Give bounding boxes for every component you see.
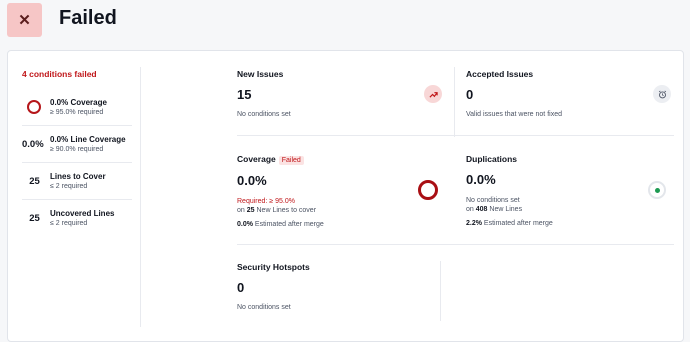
condition-name: 0.0% Coverage: [50, 97, 107, 107]
condition-uncovered-lines[interactable]: 25 Uncovered Lines ≤ 2 required: [22, 200, 132, 236]
row-divider: [237, 244, 674, 245]
coverage-lines: on 25 New Lines to cover: [237, 206, 437, 215]
metric-value[interactable]: 15: [237, 87, 437, 102]
page-title: Failed: [59, 7, 117, 29]
new-issues-card[interactable]: New Issues 15 No conditions set: [237, 69, 437, 120]
metric-title: Duplications: [466, 154, 518, 164]
condition-name: Lines to Cover: [50, 171, 106, 181]
metric-value[interactable]: 0.0%: [466, 172, 666, 187]
metric-value[interactable]: 0: [466, 87, 666, 102]
condition-coverage[interactable]: 0.0% Coverage ≥ 95.0% required: [22, 89, 132, 126]
quality-gate-panel: 4 conditions failed 0.0% Coverage ≥ 95.0…: [7, 50, 684, 342]
coverage-card[interactable]: Coverage Failed 0.0% Required: ≥ 95.0% on…: [237, 154, 437, 228]
metric-title: New Issues: [237, 69, 284, 79]
metric-title: Accepted Issues: [466, 69, 534, 79]
failed-conditions-count: 4 conditions failed: [22, 69, 97, 79]
lines-prefix: on: [466, 206, 474, 213]
metric-note: No conditions set: [237, 304, 291, 311]
condition-requirement: ≤ 2 required: [50, 182, 88, 190]
condition-line-coverage[interactable]: 0.0% 0.0% Line Coverage ≥ 90.0% required: [22, 126, 132, 163]
condition-name: 0.0% Line Coverage: [50, 134, 126, 144]
failed-badge: Failed: [278, 156, 304, 165]
lines-suffix: New Lines to cover: [256, 207, 317, 214]
duplications-status-icon: [648, 181, 666, 199]
condition-value: 25: [29, 175, 40, 187]
metric-title: Security Hotspots: [237, 262, 310, 272]
coverage-requirement: Required: ≥ 95.0%: [237, 198, 295, 205]
condition-name: Uncovered Lines: [50, 208, 115, 218]
lines-count[interactable]: 25: [247, 207, 255, 214]
trend-arrow-icon: [424, 85, 442, 103]
merge-value: 2.2%: [466, 220, 482, 227]
accepted-issues-card[interactable]: Accepted Issues 0 Valid issues that were…: [466, 69, 666, 120]
coverage-merge-estimate: 0.0% Estimated after merge: [237, 221, 437, 228]
duplications-card[interactable]: Duplications 0.0% No conditions set on 4…: [466, 154, 666, 227]
coverage-ring-icon: [22, 100, 47, 114]
conditions-sidebar: 4 conditions failed 0.0% Coverage ≥ 95.0…: [22, 69, 132, 236]
close-icon: ✕: [7, 3, 42, 37]
merge-suffix: Estimated after merge: [483, 220, 553, 227]
condition-value: 25: [29, 212, 40, 224]
condition-requirement: ≤ 2 required: [50, 219, 88, 227]
condition-lines-to-cover[interactable]: 25 Lines to Cover ≤ 2 required: [22, 163, 132, 200]
sidebar-divider: [140, 67, 141, 327]
row-divider: [237, 135, 674, 136]
metric-title-text: Coverage: [237, 154, 276, 164]
condition-requirement: ≥ 90.0% required: [50, 145, 104, 153]
metric-note: No conditions set: [237, 111, 291, 118]
metric-note: Valid issues that were not fixed: [466, 111, 562, 118]
metric-divider: [440, 261, 441, 321]
condition-value: 0.0%: [22, 138, 44, 150]
coverage-ring-icon: [418, 180, 438, 200]
lines-suffix: New Lines: [489, 206, 523, 213]
lines-count[interactable]: 408: [476, 206, 488, 213]
metric-value[interactable]: 0.0%: [237, 173, 437, 188]
metric-value[interactable]: 0: [237, 280, 437, 295]
metric-divider: [454, 67, 455, 137]
condition-requirement: ≥ 95.0% required: [50, 108, 104, 116]
alarm-clock-icon: [653, 85, 671, 103]
duplications-lines: on 408 New Lines: [466, 205, 666, 214]
merge-value: 0.0%: [237, 221, 253, 228]
lines-prefix: on: [237, 207, 245, 214]
metric-title: Coverage Failed: [237, 154, 437, 165]
security-hotspots-card[interactable]: Security Hotspots 0 No conditions set: [237, 262, 437, 313]
merge-suffix: Estimated after merge: [254, 221, 324, 228]
metric-note: No conditions set: [466, 197, 520, 204]
duplications-merge-estimate: 2.2% Estimated after merge: [466, 220, 666, 227]
